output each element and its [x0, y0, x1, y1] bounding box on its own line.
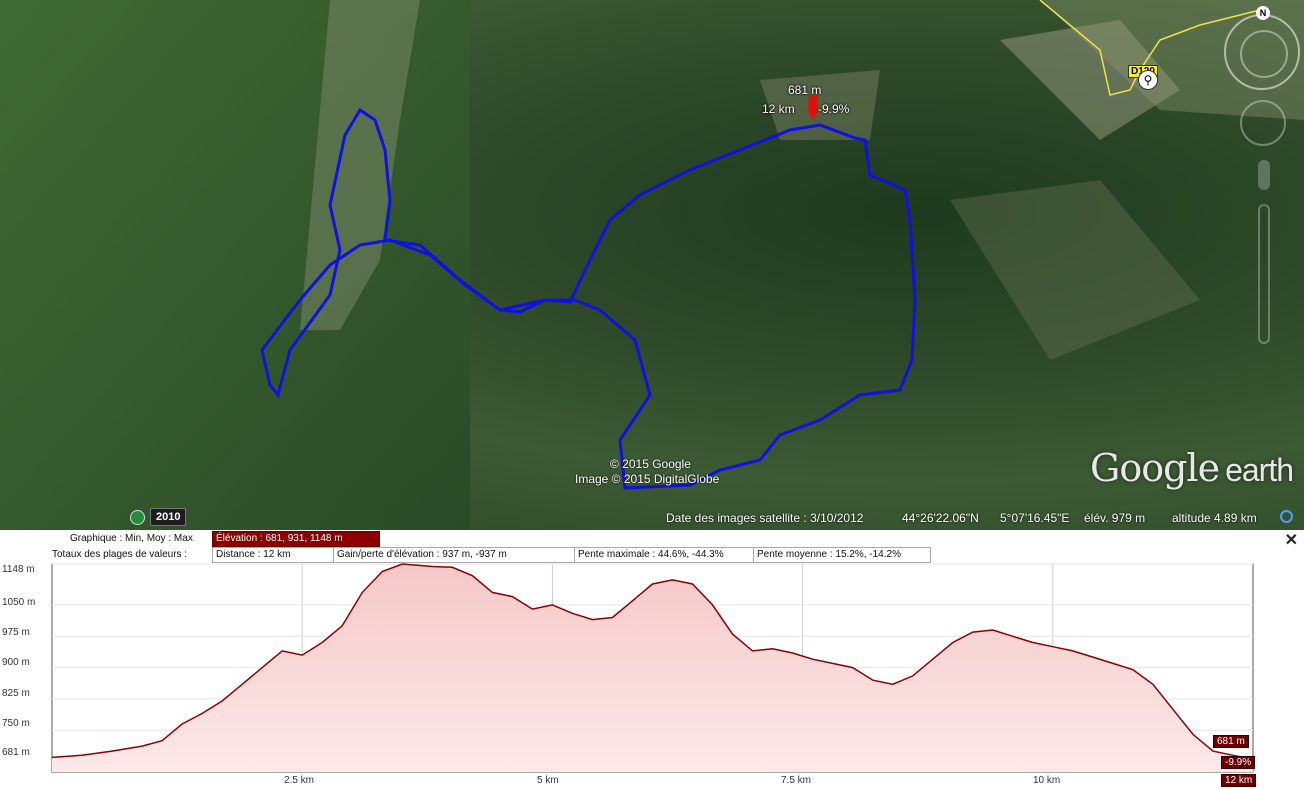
- x-tick-2: 7.5 km: [781, 775, 812, 786]
- x-tick-3: 10 km: [1033, 775, 1061, 786]
- map-view[interactable]: 681 m 12 km -9.9% D120 ⚲ © 2015 Google I…: [0, 0, 1304, 530]
- y-tick-5: 750 m: [2, 718, 30, 729]
- elevation-profile-panel: Graphique : Min, Moy : Max Élévation : 6…: [0, 530, 1304, 790]
- marker-elevation: 681 m: [788, 83, 822, 97]
- cursor-distance-tag: 12 km: [1221, 774, 1257, 787]
- x-tick-1: 5 km: [537, 775, 559, 786]
- cursor-slope-tag: -9.9%: [1221, 756, 1256, 769]
- historical-imagery-icon[interactable]: [130, 510, 145, 525]
- y-tick-0: 1148 m: [2, 564, 35, 575]
- north-icon[interactable]: N: [1256, 6, 1270, 20]
- copyright-imagery: Image © 2015 DigitalGlobe: [575, 472, 720, 486]
- google-earth-logo: Google earth: [1090, 446, 1294, 490]
- y-tick-4: 825 m: [2, 688, 30, 699]
- y-tick-6: 681 m: [2, 747, 30, 758]
- logo-google-text: Google: [1090, 446, 1220, 490]
- status-bar: Date des images satellite : 3/10/2012 44…: [660, 509, 1304, 529]
- zoom-slider[interactable]: [1258, 204, 1270, 344]
- copyright-google: © 2015 Google: [610, 457, 691, 471]
- navigation-ring[interactable]: [1224, 14, 1300, 90]
- status-compass-icon: [1280, 510, 1293, 523]
- x-tick-0: 2.5 km: [284, 775, 315, 786]
- street-view-person-icon[interactable]: [1258, 160, 1270, 190]
- latitude: 44°26'22.06"N: [902, 511, 979, 525]
- cursor-elevation-tag: 681 m: [1213, 735, 1249, 748]
- longitude: 5°07'16.45"E: [1000, 511, 1070, 525]
- marker-slope: -9.9%: [818, 102, 850, 116]
- ground-elevation: élév. 979 m: [1084, 511, 1146, 525]
- eye-altitude: altitude 4.89 km: [1172, 511, 1257, 525]
- y-tick-3: 900 m: [2, 657, 30, 668]
- y-tick-1: 1050 m: [2, 597, 36, 608]
- marker-distance: 12 km: [762, 102, 795, 116]
- elevation-chart[interactable]: [0, 530, 1304, 790]
- imagery-date: Date des images satellite : 3/10/2012: [666, 511, 864, 525]
- y-tick-2: 975 m: [2, 627, 30, 638]
- hiker-icon[interactable]: ⚲: [1138, 70, 1158, 90]
- logo-earth-text: earth: [1225, 452, 1294, 488]
- look-joystick[interactable]: [1240, 100, 1286, 146]
- historical-year-button[interactable]: 2010: [150, 508, 187, 526]
